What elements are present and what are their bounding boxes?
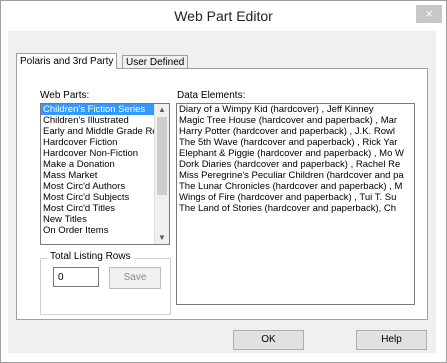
total-listing-rows-input[interactable]: 0 [53, 267, 99, 287]
web-part-item[interactable]: Children's Fiction Series [41, 104, 155, 115]
data-element-item[interactable]: Dork Diaries (hardcover and paperback) ,… [177, 159, 414, 170]
data-element-item[interactable]: Miss Peregrine's Peculiar Children (hard… [177, 170, 414, 181]
data-elements-listbox[interactable]: Diary of a Wimpy Kid (hardcover) , Jeff … [176, 103, 415, 305]
scroll-down-icon[interactable]: ▼ [155, 232, 169, 244]
help-button[interactable]: Help [356, 330, 427, 350]
web-parts-label: Web Parts: [40, 90, 90, 101]
web-part-item[interactable]: Hardcover Fiction [41, 137, 155, 148]
total-listing-rows-label: Total Listing Rows [47, 251, 134, 262]
tab-polaris-and-3rd-party[interactable]: Polaris and 3rd Party [16, 53, 118, 69]
web-part-item[interactable]: New Titles [41, 214, 155, 225]
scroll-up-icon[interactable]: ▲ [155, 104, 169, 116]
data-element-item[interactable]: The 5th Wave (hardcover and paperback) ,… [177, 137, 414, 148]
web-parts-scrollbar[interactable]: ▲ ▼ [154, 104, 169, 244]
web-part-item[interactable]: Mass Market [41, 170, 155, 181]
web-part-item[interactable]: Most Circ'd Titles [41, 203, 155, 214]
save-button[interactable]: Save [109, 267, 161, 289]
web-parts-listbox[interactable]: Children's Fiction Series Children's Illu… [40, 103, 170, 245]
data-element-item[interactable]: Magic Tree House (hardcover and paperbac… [177, 115, 414, 126]
web-part-item[interactable]: Most Circ'd Subjects [41, 192, 155, 203]
web-part-item[interactable]: Hardcover Non-Fiction [41, 148, 155, 159]
data-element-item[interactable]: Diary of a Wimpy Kid (hardcover) , Jeff … [177, 104, 414, 115]
data-element-item[interactable]: The Lunar Chronicles (hardcover and pape… [177, 181, 414, 192]
tab-user-defined[interactable]: User Defined [122, 55, 189, 69]
ok-button[interactable]: OK [233, 330, 304, 350]
scroll-thumb[interactable] [157, 117, 167, 195]
close-icon[interactable]: × [416, 5, 442, 23]
title-bar: Web Part Editor × [1, 1, 446, 31]
web-part-item[interactable]: On Order Items [41, 225, 155, 236]
web-part-item[interactable]: Most Circ'd Authors [41, 181, 155, 192]
data-element-item[interactable]: The Land of Stories (hardcover and paper… [177, 203, 414, 214]
data-element-item[interactable]: Wings of Fire (hardcover and paperback) … [177, 192, 414, 203]
window-title: Web Part Editor [174, 8, 273, 24]
data-element-item[interactable]: Harry Potter (hardcover and paperback) ,… [177, 126, 414, 137]
web-part-item[interactable]: Early and Middle Grade Re [41, 126, 155, 137]
web-part-item[interactable]: Make a Donation [41, 159, 155, 170]
web-part-item[interactable]: Children's Illustrated [41, 115, 155, 126]
data-elements-label: Data Elements: [177, 90, 246, 101]
data-element-item[interactable]: Elephant & Piggie (hardcover and paperba… [177, 148, 414, 159]
